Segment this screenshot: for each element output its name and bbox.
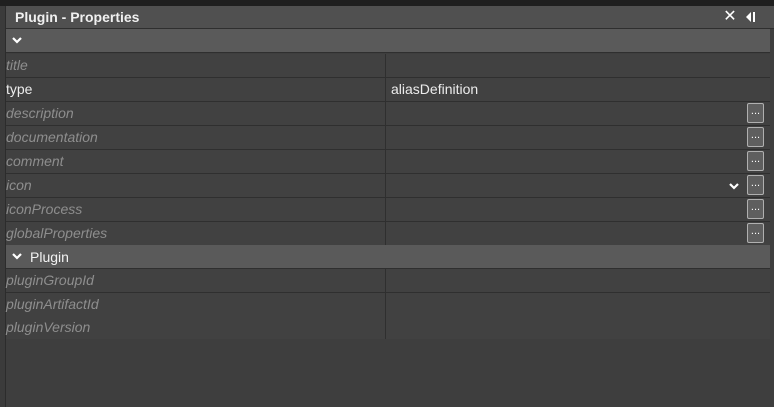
properties-panel: Plugin - Properties ✕ title type aliasDe… — [5, 6, 774, 407]
dropdown-chevron-icon[interactable] — [727, 179, 741, 193]
property-value-field[interactable] — [391, 222, 741, 245]
property-name: pluginVersion — [6, 316, 386, 339]
property-row-icon: icon ... — [6, 174, 770, 198]
property-value-field[interactable]: aliasDefinition — [391, 78, 741, 101]
property-value-field[interactable] — [391, 174, 741, 197]
property-value-field[interactable] — [391, 54, 741, 77]
section-general-header[interactable] — [6, 29, 770, 53]
property-name: icon — [6, 174, 386, 197]
property-name: pluginArtifactId — [6, 293, 386, 316]
edit-ellipsis-button[interactable]: ... — [747, 175, 764, 195]
property-row-documentation: documentation ... — [6, 126, 770, 150]
property-value-field[interactable] — [391, 316, 741, 339]
property-name: pluginGroupId — [6, 269, 386, 292]
edit-ellipsis-button[interactable]: ... — [747, 103, 764, 123]
property-row-globalproperties: globalProperties ... — [6, 222, 770, 246]
property-name: title — [6, 54, 386, 77]
property-name: description — [6, 102, 386, 125]
property-row-plugingroupid: pluginGroupId — [6, 269, 770, 293]
property-value-field[interactable] — [391, 293, 741, 316]
property-name: globalProperties — [6, 222, 386, 245]
edit-ellipsis-button[interactable]: ... — [747, 223, 764, 243]
property-name: comment — [6, 150, 386, 173]
property-value-field[interactable] — [391, 198, 741, 221]
property-row-comment: comment ... — [6, 150, 770, 174]
empty-panel-area — [6, 339, 774, 407]
edit-ellipsis-button[interactable]: ... — [747, 199, 764, 219]
section-label: Plugin — [30, 249, 69, 265]
property-name: type — [6, 78, 386, 101]
panel-title: Plugin - Properties — [15, 9, 140, 25]
property-value-field[interactable] — [391, 126, 741, 149]
property-row-iconprocess: iconProcess ... — [6, 198, 770, 222]
chevron-down-icon[interactable] — [10, 249, 24, 263]
property-value-field[interactable] — [391, 150, 741, 173]
property-name: iconProcess — [6, 198, 386, 221]
property-row-description: description ... — [6, 102, 770, 126]
property-value-field[interactable] — [391, 102, 741, 125]
edit-ellipsis-button[interactable]: ... — [747, 151, 764, 171]
property-row-title: title — [6, 54, 770, 78]
close-icon[interactable]: ✕ — [722, 8, 738, 26]
property-row-type: type aliasDefinition — [6, 78, 770, 102]
edit-ellipsis-button[interactable]: ... — [747, 127, 764, 147]
property-value-field[interactable] — [391, 269, 741, 292]
section-plugin-header[interactable]: Plugin — [6, 245, 770, 269]
property-name: documentation — [6, 126, 386, 149]
chevron-down-icon[interactable] — [10, 33, 24, 47]
property-row-pluginversion: pluginVersion — [6, 316, 770, 340]
dock-icon[interactable] — [743, 10, 757, 24]
property-row-pluginartifactid: pluginArtifactId — [6, 293, 770, 317]
panel-titlebar: Plugin - Properties ✕ — [6, 6, 774, 29]
